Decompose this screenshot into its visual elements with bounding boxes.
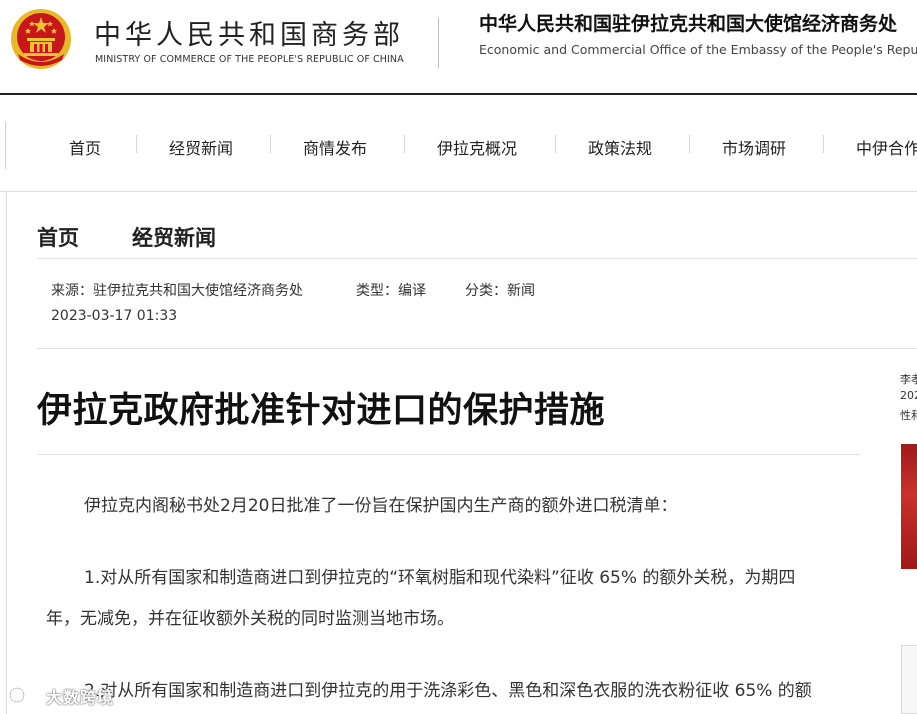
nav-item-trade-news[interactable]: 经贸新闻	[169, 135, 233, 159]
article-category: 分类：新闻	[465, 283, 535, 299]
sidebar-item-text[interactable]: 李孝	[900, 371, 917, 387]
nav-separator	[136, 135, 137, 153]
article-date: 2023-03-17 01:33	[51, 308, 178, 324]
article-paragraph: 1.对从所有国家和制造商进口到伊拉克的“环氧树脂和现代染料”征收 65% 的额外…	[84, 568, 796, 588]
sidebar-item-text[interactable]: 性和	[900, 407, 917, 423]
nav-separator	[404, 135, 405, 153]
sidebar-widget	[901, 645, 917, 714]
article-paragraph: 2.对从所有国家和制造商进口到伊拉克的用于洗涤彩色、黑色和深色衣服的洗衣粉征收 …	[84, 681, 812, 701]
nav-item-iraq-overview[interactable]: 伊拉克概况	[437, 135, 517, 159]
ministry-name-en[interactable]: MINISTRY OF COMMERCE OF THE PEOPLE'S REP…	[95, 54, 404, 65]
article-source: 来源：驻伊拉克共和国大使馆经济商务处	[51, 283, 303, 299]
sidebar-banner-image[interactable]	[901, 444, 917, 569]
office-name-en: Economic and Commercial Office of the Em…	[479, 42, 917, 57]
breadcrumb-divider	[37, 258, 917, 259]
nav-left-border	[5, 121, 6, 169]
nav-item-cooperation[interactable]: 中伊合作	[856, 135, 917, 159]
article-paragraph: 年，无减免，并在征收额外关税的同时监测当地市场。	[46, 609, 454, 629]
title-divider	[37, 454, 861, 455]
nav-separator	[689, 135, 690, 153]
site-header: 中华人民共和国商务部 MINISTRY OF COMMERCE OF THE P…	[0, 0, 917, 95]
national-emblem-icon[interactable]	[10, 8, 72, 70]
watermark-logo-icon	[8, 686, 42, 704]
watermark-text: 大数跨境	[46, 688, 115, 707]
nav-separator	[555, 135, 556, 153]
breadcrumb-current[interactable]: 经贸新闻	[132, 222, 216, 252]
article-title: 伊拉克政府批准针对进口的保护措施	[37, 391, 606, 431]
nav-item-home[interactable]: 首页	[69, 135, 101, 159]
ministry-name-cn[interactable]: 中华人民共和国商务部	[94, 13, 404, 52]
meta-divider	[37, 348, 917, 349]
nav-item-business-info[interactable]: 商情发布	[303, 135, 367, 159]
breadcrumb-home[interactable]: 首页	[37, 222, 79, 252]
nav-item-policies[interactable]: 政策法规	[588, 135, 652, 159]
main-nav: 首页 经贸新闻 商情发布 伊拉克概况 政策法规 市场调研 中伊合作	[0, 95, 917, 192]
article-type: 类型：编译	[356, 283, 426, 299]
nav-separator	[270, 135, 271, 153]
article-paragraph: 伊拉克内阁秘书处2月20日批准了一份旨在保护国内生产商的额外进口税清单：	[84, 496, 678, 516]
header-divider	[438, 18, 439, 68]
sidebar-item-date: 202	[900, 389, 917, 402]
office-name-cn[interactable]: 中华人民共和国驻伊拉克共和国大使馆经济商务处	[479, 9, 897, 36]
content-frame-border	[6, 192, 7, 714]
nav-separator	[823, 135, 824, 153]
nav-item-market-research[interactable]: 市场调研	[722, 135, 786, 159]
